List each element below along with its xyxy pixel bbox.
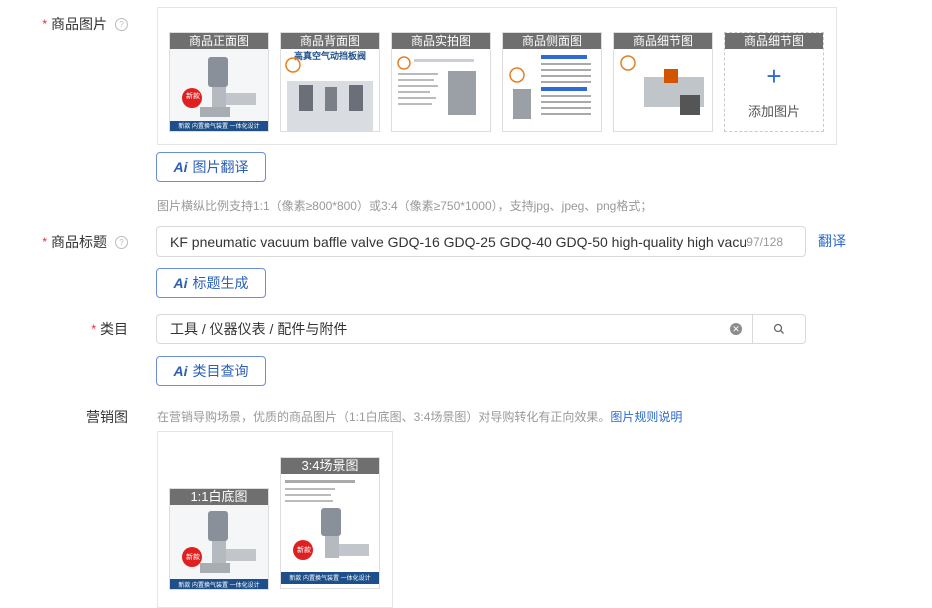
new-badge: 新款 <box>297 547 311 554</box>
images-label: * 商品图片 ? <box>42 14 128 34</box>
image-hint: 图片横纵比例支持1:1（像素≥800*800）或3:4（像素≥750*1000）… <box>157 199 653 213</box>
new-badge: 新款 <box>186 554 200 561</box>
image-thumb-side[interactable]: 商品侧面图 <box>502 32 602 132</box>
title-input[interactable]: KF pneumatic vacuum baffle valve GDQ-16 … <box>156 226 806 257</box>
banner-text: 新款 内置换气装置 一体化设计 <box>289 576 371 582</box>
banner-text: 新款 内置换气装置 一体化设计 <box>178 124 260 130</box>
image-translate-button[interactable]: Ai 图片翻译 <box>156 152 266 182</box>
product-photo <box>281 480 379 584</box>
ai-icon: Ai <box>173 275 188 291</box>
marketing-images-box: 1:1白底图 新款 新款 内置换气装置 一体化设计 3:4场景图 新款 新款 内… <box>157 431 393 608</box>
translate-link[interactable]: 翻译 <box>818 231 846 251</box>
marketing-thumb-square[interactable]: 1:1白底图 新款 新款 内置换气装置 一体化设计 <box>169 488 269 590</box>
clear-icon[interactable]: ✕ <box>730 323 742 335</box>
product-images-box: 商品正面图 新款 新款 内置换气装置 一体化设计 商品背面图 高真空气动挡板阀 … <box>157 7 837 145</box>
category-label: * 类目 <box>91 321 128 337</box>
help-icon[interactable]: ? <box>115 17 128 31</box>
product-photo <box>620 55 704 115</box>
product-photo <box>170 505 268 589</box>
help-icon[interactable]: ? <box>115 235 128 249</box>
marketing-thumb-portrait[interactable]: 3:4场景图 新款 新款 内置换气装置 一体化设计 <box>280 457 380 589</box>
image-thumb-real[interactable]: 商品实拍图 <box>391 32 491 132</box>
image-thumb-detail[interactable]: 商品细节图 <box>613 32 713 132</box>
add-image-button[interactable]: 商品细节图 + 添加图片 <box>724 32 824 132</box>
image-rules-link[interactable]: 图片规则说明 <box>610 410 682 424</box>
search-button[interactable] <box>752 315 805 343</box>
image-thumb-back[interactable]: 商品背面图 高真空气动挡板阀 <box>280 32 380 132</box>
char-count: 97/128 <box>746 234 783 249</box>
banner-text: 新款 内置换气装置 一体化设计 <box>178 583 260 589</box>
plus-icon: + <box>766 61 782 91</box>
ai-icon: Ai <box>173 363 188 379</box>
product-photo <box>509 55 591 119</box>
image-thumb-front[interactable]: 商品正面图 新款 新款 内置换气装置 一体化设计 <box>169 32 269 132</box>
ai-icon: Ai <box>173 159 188 175</box>
marketing-label: 营销图 <box>86 409 128 425</box>
title-label: * 商品标题 ? <box>42 232 128 252</box>
product-photo <box>397 56 476 115</box>
new-badge: 新款 <box>186 93 200 100</box>
category-select[interactable]: 工具 / 仪器仪表 / 配件与附件 ✕ <box>156 314 806 344</box>
title-generate-button[interactable]: Ai 标题生成 <box>156 268 266 298</box>
product-photo <box>285 57 373 131</box>
search-icon <box>773 323 784 334</box>
marketing-hint: 在营销导购场景，优质的商品图片（1:1白底图、3:4场景图）对导购转化有正向效果… <box>157 410 683 424</box>
category-query-button[interactable]: Ai 类目查询 <box>156 356 266 386</box>
